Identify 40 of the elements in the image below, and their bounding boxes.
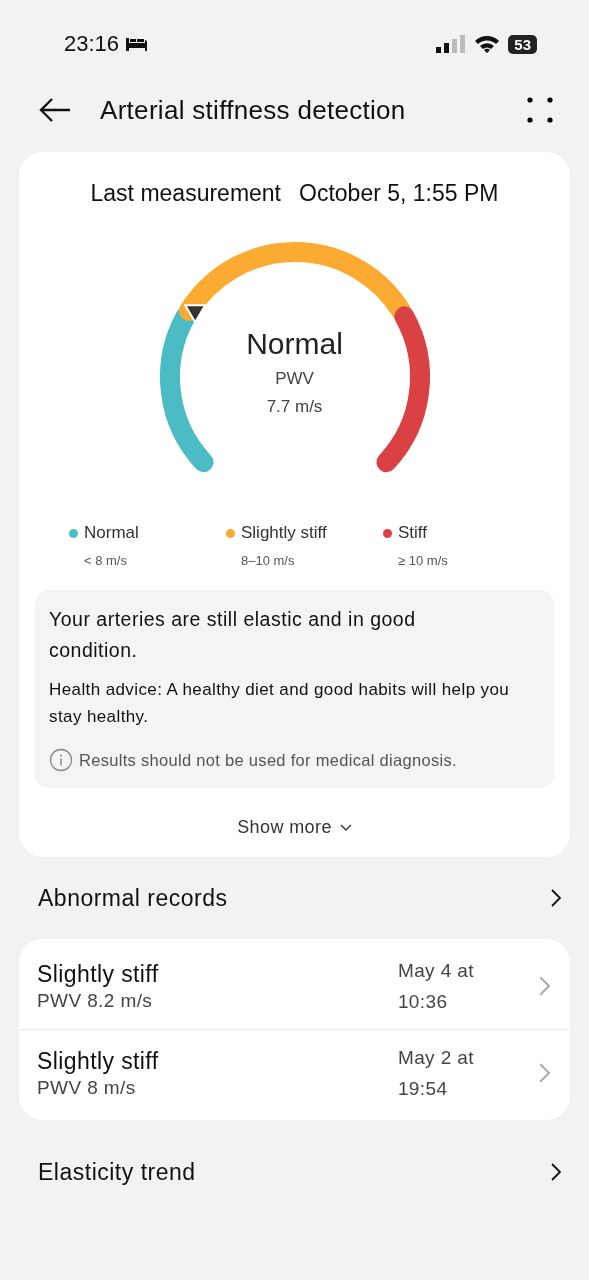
chevron-down-icon [339, 823, 352, 832]
legend-label: Stiff [398, 523, 427, 543]
back-button[interactable] [38, 97, 72, 123]
disclaimer-text: Results should not be used for medical diagnosis. [79, 750, 457, 770]
record-reading: PWV 8 m/s [37, 1076, 137, 1099]
record-time: May 2 at 19:54 [397, 1046, 475, 1101]
measurement-label: Last measurement [90, 180, 281, 207]
health-advice: Health advice: A healthy diet and good habits will help you stay healthy. [49, 679, 511, 728]
legend-range: ≥ 10 m/s [397, 553, 449, 568]
record-status: Slightly stiff [37, 960, 160, 988]
gauge-marker [183, 304, 206, 324]
abnormal-records-header[interactable]: Abnormal records [0, 857, 589, 939]
battery-level: 53 [508, 34, 537, 54]
legend-label: Slightly stiff [241, 523, 327, 543]
result-summary: Your arteries are still elastic and in good condition. [49, 607, 417, 663]
legend-range: 8–10 m/s [240, 553, 296, 568]
chevron-right-icon [550, 1162, 561, 1182]
signal-icon [436, 35, 467, 53]
record-status: Slightly stiff [37, 1047, 160, 1075]
chevron-right-icon [537, 975, 550, 997]
record-row[interactable]: Slightly stiff PWV 8 m/s May 2 at 19:54 [19, 1029, 570, 1116]
record-time: May 4 at 10:36 [397, 959, 475, 1014]
legend-label: Normal [84, 523, 139, 543]
gauge-value: 7.7 m/s [266, 397, 323, 417]
legend-range: < 8 m/s [83, 553, 128, 568]
gauge-status: Normal [246, 327, 343, 361]
measurement-date: October 5, 1:55 PM [299, 180, 499, 207]
more-options-button[interactable] [527, 97, 553, 123]
record-row[interactable]: Slightly stiff PWV 8.2 m/s May 4 at 10:36 [19, 943, 570, 1029]
info-icon [49, 748, 73, 772]
gauge-metric: PWV [275, 369, 314, 389]
wifi-icon [474, 34, 501, 54]
show-more-button[interactable]: Show more [231, 816, 358, 839]
clock-time: 23:16 [64, 31, 120, 57]
page-title: Arterial stiffness detection [100, 94, 407, 126]
chevron-right-icon [550, 888, 561, 908]
chevron-right-icon [537, 1062, 550, 1084]
elasticity-trend-header[interactable]: Elasticity trend [0, 1120, 589, 1224]
record-reading: PWV 8.2 m/s [37, 989, 154, 1012]
bed-icon [125, 36, 150, 52]
